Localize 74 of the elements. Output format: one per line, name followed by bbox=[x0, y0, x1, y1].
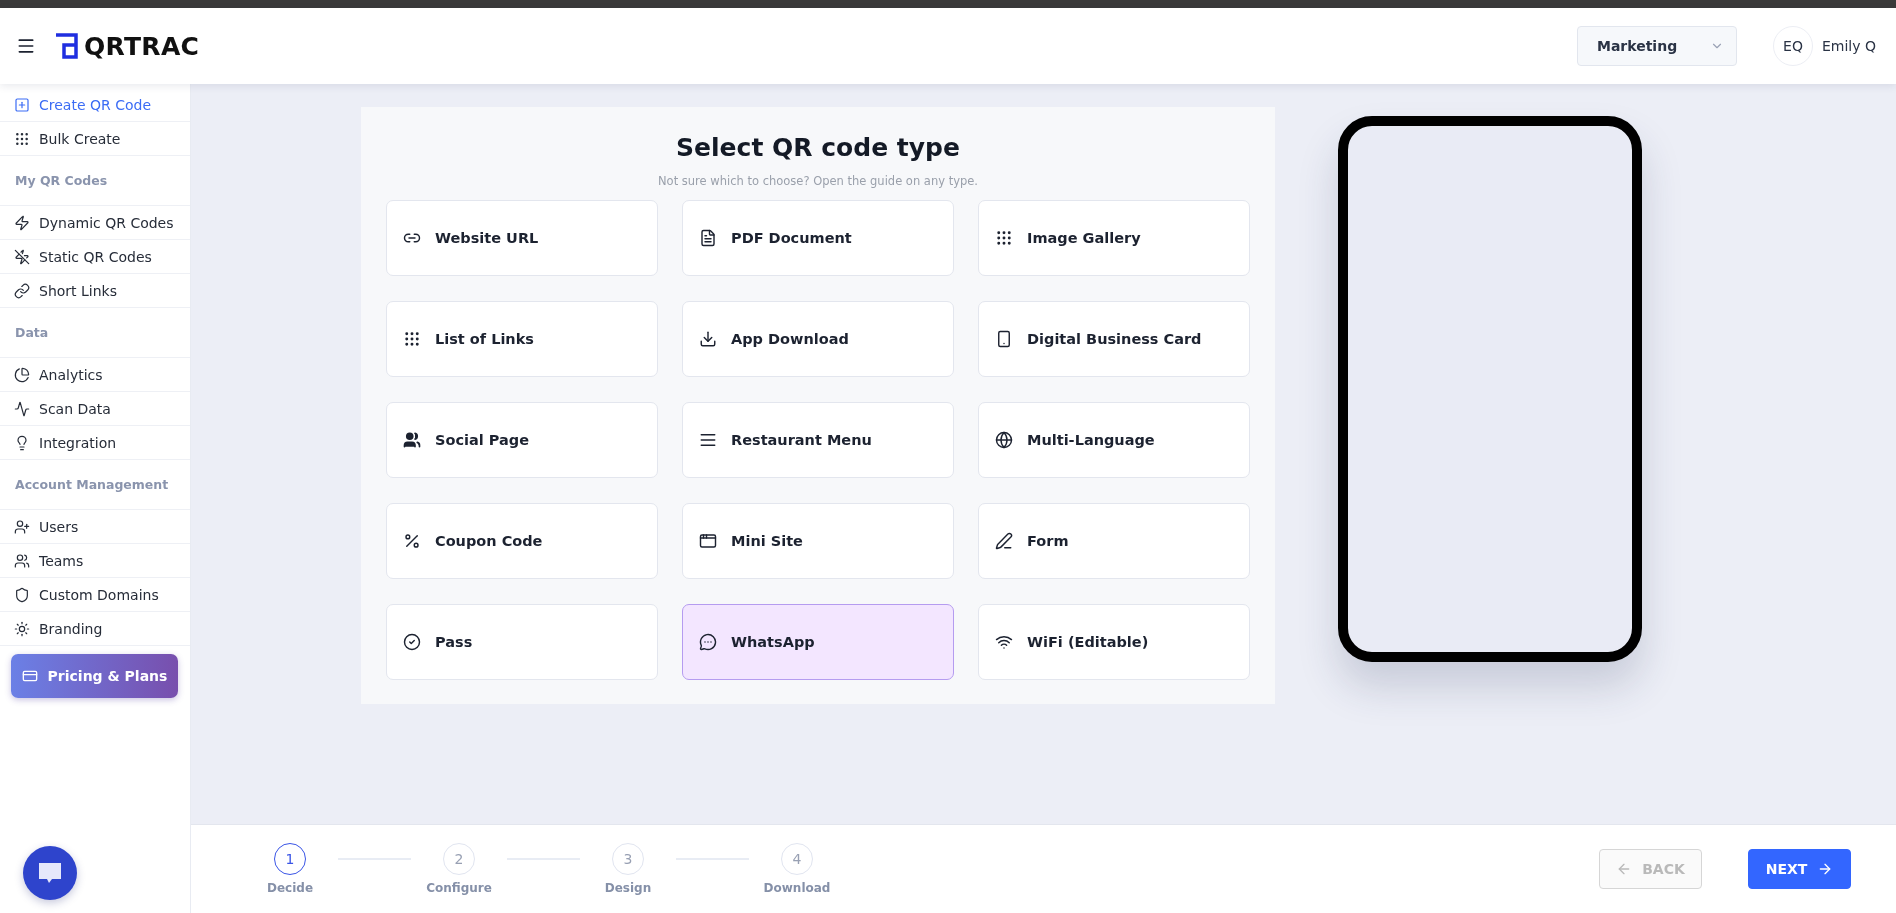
sidebar-item[interactable]: Teams bbox=[0, 544, 190, 578]
sidebar-item[interactable]: Bulk Create bbox=[0, 122, 190, 156]
type-card[interactable]: Coupon Code bbox=[386, 503, 658, 579]
panel-subtitle: Not sure which to choose? Open the guide on any type. bbox=[658, 174, 978, 188]
sidebar-item[interactable]: Dynamic QR Codes bbox=[0, 206, 190, 240]
type-card[interactable]: Restaurant Menu bbox=[682, 402, 954, 478]
sidebar-item[interactable]: Short Links bbox=[0, 274, 190, 308]
type-card[interactable]: Pass bbox=[386, 604, 658, 680]
dot-grid-icon bbox=[14, 130, 30, 147]
pen-icon bbox=[995, 532, 1013, 550]
type-card[interactable]: WhatsApp bbox=[682, 604, 954, 680]
user-name: Emily Q bbox=[1821, 38, 1876, 54]
plus-square-icon bbox=[14, 96, 30, 113]
type-card[interactable]: Image Gallery bbox=[978, 200, 1250, 276]
panel-title: Select QR code type bbox=[676, 133, 960, 162]
sun-icon bbox=[14, 620, 30, 637]
step-label: Design bbox=[604, 881, 652, 895]
workspace-select[interactable]: Marketing bbox=[1576, 26, 1737, 66]
step-label: Decide bbox=[266, 881, 314, 895]
download-icon bbox=[699, 330, 717, 348]
sidebar-item[interactable]: Static QR Codes bbox=[0, 240, 190, 274]
sidebar-heading: Account Management bbox=[0, 460, 190, 510]
pulse-icon bbox=[14, 400, 30, 417]
sidebar-item[interactable]: Scan Data bbox=[0, 392, 190, 426]
sidebar-item[interactable]: Create QR Code bbox=[0, 88, 190, 122]
globe-icon bbox=[995, 431, 1013, 449]
logo-text: QRTRAC bbox=[84, 31, 200, 61]
step-circle: 3 bbox=[612, 843, 644, 875]
sidebar-item[interactable]: Users bbox=[0, 510, 190, 544]
lines-icon bbox=[699, 431, 717, 449]
lightning-off-icon bbox=[14, 248, 30, 265]
sidebar-item[interactable]: Custom Domains bbox=[0, 578, 190, 612]
card-icon bbox=[21, 668, 38, 684]
logo-icon bbox=[54, 33, 78, 59]
lightning-icon bbox=[14, 214, 30, 231]
document-icon bbox=[699, 229, 717, 247]
step-circle: 4 bbox=[781, 843, 813, 875]
check-circle-icon bbox=[403, 633, 421, 651]
dot-grid-icon bbox=[995, 229, 1013, 247]
step-circle: 2 bbox=[443, 843, 475, 875]
step-label: Download bbox=[763, 881, 831, 895]
sidebar-item[interactable]: Branding bbox=[0, 612, 190, 646]
type-card[interactable]: List of Links bbox=[386, 301, 658, 377]
step-label: Configure bbox=[426, 881, 492, 895]
sidebar-heading: My QR Codes bbox=[0, 156, 190, 206]
sidebar-item[interactable]: Integration bbox=[0, 426, 190, 460]
type-card[interactable]: Form bbox=[978, 503, 1250, 579]
sidebar-item[interactable]: Analytics bbox=[0, 358, 190, 392]
chat-bubble-icon bbox=[699, 633, 717, 651]
sidebar-heading: Data bbox=[0, 308, 190, 358]
type-card[interactable]: Website URL bbox=[386, 200, 658, 276]
shield-icon bbox=[14, 586, 30, 603]
dot-grid-icon bbox=[403, 330, 421, 348]
lightbulb-icon bbox=[14, 434, 30, 451]
type-card[interactable]: Digital Business Card bbox=[978, 301, 1250, 377]
next-button[interactable]: NEXT bbox=[1748, 849, 1851, 889]
step-circle: 1 bbox=[274, 843, 306, 875]
people-icon bbox=[403, 431, 421, 449]
pricing-button[interactable]: Pricing & Plans bbox=[11, 654, 178, 698]
menu-icon[interactable] bbox=[16, 36, 36, 56]
user-plus-icon bbox=[14, 518, 30, 535]
link-icon bbox=[14, 282, 30, 299]
window-icon bbox=[699, 532, 717, 550]
pie-chart-icon bbox=[14, 366, 30, 383]
type-card[interactable]: Multi-Language bbox=[978, 402, 1250, 478]
type-card[interactable]: WiFi (Editable) bbox=[978, 604, 1250, 680]
type-card[interactable]: Social Page bbox=[386, 402, 658, 478]
type-card[interactable]: PDF Document bbox=[682, 200, 954, 276]
phone-icon bbox=[995, 330, 1013, 348]
type-card[interactable]: App Download bbox=[682, 301, 954, 377]
percent-icon bbox=[403, 532, 421, 550]
wifi-icon bbox=[995, 633, 1013, 651]
users-icon bbox=[14, 552, 30, 569]
type-card[interactable]: Mini Site bbox=[682, 503, 954, 579]
